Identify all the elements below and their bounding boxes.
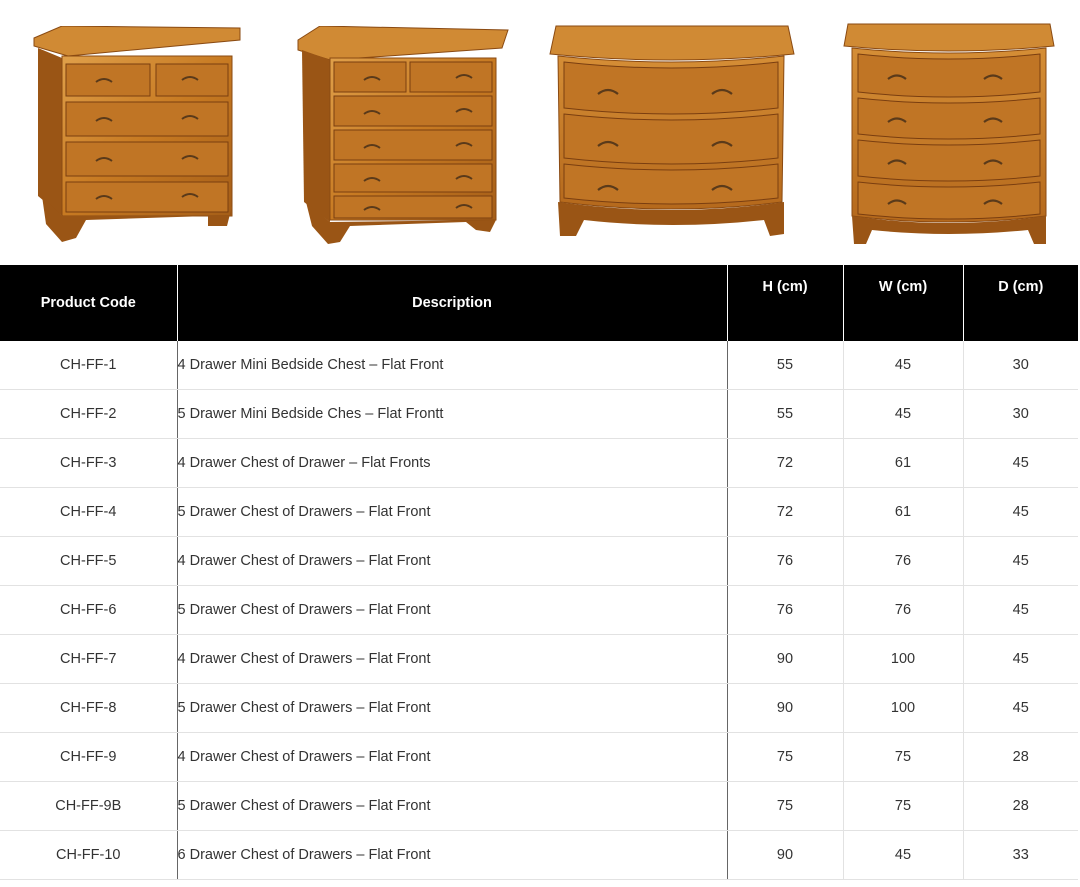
cell-description: 5 Drawer Chest of Drawers – Flat Front <box>176 585 727 635</box>
cell-width: 61 <box>842 487 963 537</box>
table-row: CH-FF-1 4 Drawer Mini Bedside Chest – Fl… <box>0 341 1078 390</box>
cell-description: 5 Drawer Chest of Drawers – Flat Front <box>176 487 727 537</box>
cell-height: 75 <box>726 732 843 782</box>
cell-height: 72 <box>726 438 843 488</box>
cell-depth: 33 <box>962 830 1078 880</box>
table-row: CH-FF-10 6 Drawer Chest of Drawers – Fla… <box>0 830 1078 880</box>
header-product-code: Product Code <box>0 265 177 341</box>
cell-height: 72 <box>726 487 843 537</box>
cell-width: 45 <box>842 389 963 439</box>
cell-description: 6 Drawer Chest of Drawers – Flat Front <box>176 830 727 880</box>
chest-of-drawers-icon <box>297 26 509 244</box>
cell-product-code: CH-FF-10 <box>0 830 177 880</box>
cell-description: 4 Drawer Chest of Drawers – Flat Front <box>176 536 727 586</box>
cell-depth: 30 <box>962 389 1078 439</box>
cell-height: 55 <box>726 341 843 390</box>
cell-width: 100 <box>842 634 963 684</box>
cell-height: 76 <box>726 585 843 635</box>
chest-of-drawers-icon <box>843 23 1055 244</box>
cell-width: 75 <box>842 781 963 831</box>
cell-height: 90 <box>726 634 843 684</box>
product-spec-table: Product Code Description H (cm) W (cm) D… <box>0 265 1078 880</box>
cell-product-code: CH-FF-7 <box>0 634 177 684</box>
cell-depth: 45 <box>962 536 1078 586</box>
table-row: CH-FF-7 4 Drawer Chest of Drawers – Flat… <box>0 634 1078 684</box>
cell-width: 76 <box>842 536 963 586</box>
cell-description: 4 Drawer Chest of Drawers – Flat Front <box>176 732 727 782</box>
cell-depth: 45 <box>962 634 1078 684</box>
cell-height: 90 <box>726 683 843 733</box>
cell-product-code: CH-FF-9 <box>0 732 177 782</box>
cell-product-code: CH-FF-6 <box>0 585 177 635</box>
cell-width: 75 <box>842 732 963 782</box>
table-row: CH-FF-3 4 Drawer Chest of Drawer – Flat … <box>0 438 1078 488</box>
cell-width: 45 <box>842 830 963 880</box>
5-drawer-mini-chest-image <box>296 26 510 246</box>
4-drawer-mini-chest-image <box>32 26 244 244</box>
cell-description: 4 Drawer Mini Bedside Chest – Flat Front <box>176 341 727 390</box>
cell-width: 61 <box>842 438 963 488</box>
cell-description: 4 Drawer Chest of Drawers – Flat Front <box>176 634 727 684</box>
cell-depth: 45 <box>962 487 1078 537</box>
cell-depth: 45 <box>962 438 1078 488</box>
cell-description: 5 Drawer Mini Bedside Ches – Flat Frontt <box>176 389 727 439</box>
cell-description: 4 Drawer Chest of Drawer – Flat Fronts <box>176 438 727 488</box>
table-row: CH-FF-2 5 Drawer Mini Bedside Ches – Fla… <box>0 389 1078 439</box>
table-row: CH-FF-9 4 Drawer Chest of Drawers – Flat… <box>0 732 1078 782</box>
cell-depth: 28 <box>962 732 1078 782</box>
header-height: H (cm) <box>726 265 843 341</box>
cell-depth: 30 <box>962 341 1078 390</box>
bow-front-4-drawer-chest-image <box>842 22 1056 246</box>
cell-description: 5 Drawer Chest of Drawers – Flat Front <box>176 683 727 733</box>
table-row: CH-FF-9B 5 Drawer Chest of Drawers – Fla… <box>0 781 1078 831</box>
cell-width: 45 <box>842 341 963 390</box>
cell-width: 76 <box>842 585 963 635</box>
cell-height: 90 <box>726 830 843 880</box>
cell-depth: 28 <box>962 781 1078 831</box>
table-row: CH-FF-8 5 Drawer Chest of Drawers – Flat… <box>0 683 1078 733</box>
chest-of-drawers-icon <box>33 26 241 242</box>
cell-product-code: CH-FF-1 <box>0 341 177 390</box>
table-header-row: Product Code Description H (cm) W (cm) D… <box>0 265 1078 341</box>
cell-height: 75 <box>726 781 843 831</box>
cell-height: 76 <box>726 536 843 586</box>
table-row: CH-FF-5 4 Drawer Chest of Drawers – Flat… <box>0 536 1078 586</box>
cell-product-code: CH-FF-9B <box>0 781 177 831</box>
cell-width: 100 <box>842 683 963 733</box>
cell-description: 5 Drawer Chest of Drawers – Flat Front <box>176 781 727 831</box>
cell-height: 55 <box>726 389 843 439</box>
header-description: Description <box>176 265 727 341</box>
bow-front-3-drawer-chest-image <box>548 24 796 238</box>
table-row: CH-FF-4 5 Drawer Chest of Drawers – Flat… <box>0 487 1078 537</box>
product-gallery <box>0 0 1080 265</box>
cell-depth: 45 <box>962 585 1078 635</box>
table-row: CH-FF-6 5 Drawer Chest of Drawers – Flat… <box>0 585 1078 635</box>
cell-product-code: CH-FF-5 <box>0 536 177 586</box>
header-depth: D (cm) <box>962 265 1078 341</box>
cell-product-code: CH-FF-4 <box>0 487 177 537</box>
header-width: W (cm) <box>842 265 963 341</box>
cell-product-code: CH-FF-2 <box>0 389 177 439</box>
cell-product-code: CH-FF-3 <box>0 438 177 488</box>
chest-of-drawers-icon <box>549 25 795 236</box>
cell-depth: 45 <box>962 683 1078 733</box>
cell-product-code: CH-FF-8 <box>0 683 177 733</box>
